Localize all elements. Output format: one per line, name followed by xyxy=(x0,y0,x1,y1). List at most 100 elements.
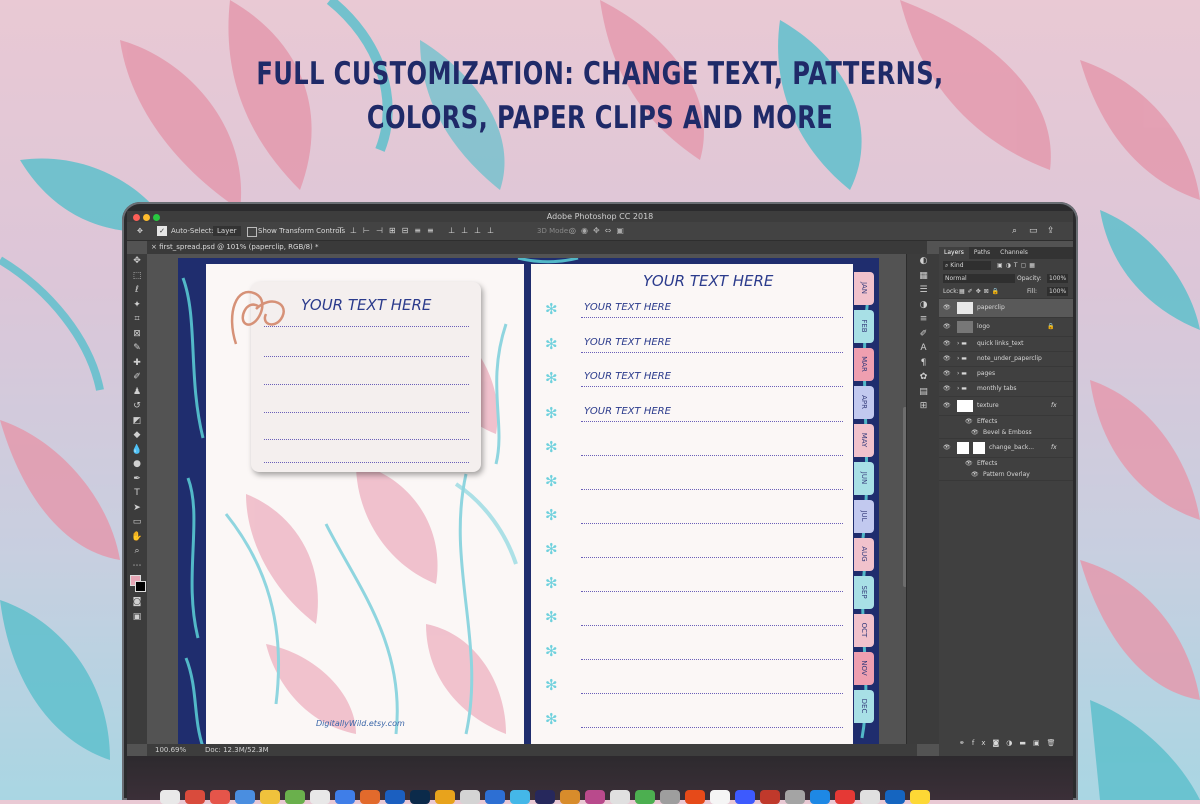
styles-panel-icon[interactable]: ✿ xyxy=(907,370,940,385)
dock-app-icon[interactable] xyxy=(160,790,180,804)
magic-wand-icon[interactable]: ✦ xyxy=(127,298,147,313)
tab-sep[interactable]: SEP xyxy=(854,576,874,609)
auto-select-dropdown[interactable]: Layer xyxy=(213,226,241,236)
paragraph-panel-icon[interactable]: ¶ xyxy=(907,356,940,371)
move-tool-icon[interactable]: ✥ xyxy=(137,222,143,240)
dock-app-icon[interactable] xyxy=(435,790,455,804)
tab-jan[interactable]: JAN xyxy=(854,272,874,305)
dock-app-icon[interactable] xyxy=(410,790,430,804)
maximize-button[interactable] xyxy=(153,214,160,221)
properties-panel-icon[interactable]: ≡ xyxy=(907,312,940,327)
minimize-button[interactable] xyxy=(143,214,150,221)
brush-tool-icon[interactable]: ✐ xyxy=(127,370,147,385)
paint-bucket-icon[interactable]: ◆ xyxy=(127,428,147,443)
dock-app-icon[interactable] xyxy=(310,790,330,804)
document-canvas[interactable]: YOUR TEXT HERE DigitallyWild.etsy.com YO… xyxy=(178,258,879,747)
visibility-eye-icon[interactable]: 👁 xyxy=(943,299,951,317)
tab-mar[interactable]: MAR xyxy=(854,348,874,381)
tab-layers[interactable]: Layers xyxy=(939,247,969,259)
lasso-tool-icon[interactable]: ℓ xyxy=(127,283,147,298)
grid-panel-icon[interactable]: ⊞ xyxy=(907,399,940,414)
document-tab[interactable]: × first_spread.psd @ 101% (paperclip, RG… xyxy=(147,241,927,254)
history-brush-icon[interactable]: ↺ xyxy=(127,399,147,414)
layer-group-row[interactable]: 👁 › ▬ quick links_text xyxy=(939,337,1073,352)
path-select-icon[interactable]: ➤ xyxy=(127,501,147,516)
fx-icon[interactable]: fx xyxy=(1051,439,1057,457)
tab-dec[interactable]: DEC xyxy=(854,690,874,723)
tab-apr[interactable]: APR xyxy=(854,386,874,419)
dock-app-icon[interactable] xyxy=(760,790,780,804)
close-button[interactable] xyxy=(133,214,140,221)
dock-app-icon[interactable] xyxy=(910,790,930,804)
card-title[interactable]: YOUR TEXT HERE xyxy=(301,296,431,314)
layer-group-row[interactable]: 👁 › ▬ note_under_paperclip xyxy=(939,352,1073,367)
dock-app-icon[interactable] xyxy=(485,790,505,804)
background-color[interactable] xyxy=(135,581,146,592)
quick-mask-icon[interactable]: ◙ xyxy=(127,595,147,610)
glyphs-panel-icon[interactable]: ▤ xyxy=(907,385,940,400)
dodge-tool-icon[interactable]: ● xyxy=(127,457,147,472)
share-icon[interactable]: ⇪ xyxy=(1047,222,1055,240)
layer-row[interactable]: 👁 change_back... fx xyxy=(939,439,1073,458)
adjustments-panel-icon[interactable]: ◑ xyxy=(907,298,940,313)
layers-footer-icons[interactable]: ⚭fx◙◑▬▣🗑 xyxy=(959,739,1063,747)
eyedropper-icon[interactable]: ✎ xyxy=(127,341,147,356)
visibility-eye-icon[interactable]: 👁 xyxy=(943,367,951,381)
visibility-eye-icon[interactable]: 👁 xyxy=(965,458,973,469)
dock-app-icon[interactable] xyxy=(785,790,805,804)
dock-app-icon[interactable] xyxy=(835,790,855,804)
dock-app-icon[interactable] xyxy=(185,790,205,804)
clone-stamp-icon[interactable]: ♟ xyxy=(127,385,147,400)
brush-panel-icon[interactable]: ✐ xyxy=(907,327,940,342)
fx-icon[interactable]: fx xyxy=(1051,397,1057,415)
visibility-eye-icon[interactable]: 👁 xyxy=(943,337,951,351)
layer-group-row[interactable]: 👁 › ▬ monthly tabs xyxy=(939,382,1073,397)
dock-app-icon[interactable] xyxy=(260,790,280,804)
filter-icons[interactable]: ▣◑T▢▦ xyxy=(997,259,1038,272)
blur-tool-icon[interactable]: 💧 xyxy=(127,443,147,458)
dock-app-icon[interactable] xyxy=(510,790,530,804)
tab-aug[interactable]: AUG xyxy=(854,538,874,571)
effects-row[interactable]: 👁 Effects xyxy=(939,458,1073,469)
tab-paths[interactable]: Paths xyxy=(969,247,995,259)
dock-app-icon[interactable] xyxy=(285,790,305,804)
screen-mode-icon[interactable]: ▣ xyxy=(127,610,147,625)
tab-may[interactable]: MAY xyxy=(854,424,874,457)
dock-app-icon[interactable] xyxy=(685,790,705,804)
dock-app-icon[interactable] xyxy=(885,790,905,804)
dock-app-icon[interactable] xyxy=(535,790,555,804)
visibility-eye-icon[interactable]: 👁 xyxy=(943,439,951,457)
visibility-eye-icon[interactable]: 👁 xyxy=(943,382,951,396)
healing-brush-icon[interactable]: ✚ xyxy=(127,356,147,371)
align-icons[interactable]: ⊤⊥⊢⊣⊞⊟≡≡ ⊥⊥⊥⊥ xyxy=(337,222,500,240)
visibility-eye-icon[interactable]: 👁 xyxy=(971,469,979,480)
frame-tool-icon[interactable]: ⊠ xyxy=(127,327,147,342)
tab-jul[interactable]: JUL xyxy=(854,500,874,533)
blend-mode-dropdown[interactable]: Normal xyxy=(943,274,1015,283)
dock-app-icon[interactable] xyxy=(710,790,730,804)
entry-text[interactable]: YOUR TEXT HERE xyxy=(584,371,671,382)
pen-tool-icon[interactable]: ✒ xyxy=(127,472,147,487)
dock-app-icon[interactable] xyxy=(335,790,355,804)
type-tool-icon[interactable]: T xyxy=(127,486,147,501)
more-tools-icon[interactable]: ⋯ xyxy=(127,559,147,574)
visibility-eye-icon[interactable]: 👁 xyxy=(943,352,951,366)
marquee-tool-icon[interactable]: ⬚ xyxy=(127,269,147,284)
eraser-icon[interactable]: ◩ xyxy=(127,414,147,429)
dock-app-icon[interactable] xyxy=(585,790,605,804)
tab-feb[interactable]: FEB xyxy=(854,310,874,343)
visibility-eye-icon[interactable]: 👁 xyxy=(971,427,979,438)
visibility-eye-icon[interactable]: 👁 xyxy=(965,416,973,427)
layer-row[interactable]: 👁 paperclip xyxy=(939,299,1073,318)
dock-app-icon[interactable] xyxy=(610,790,630,804)
dock-app-icon[interactable] xyxy=(460,790,480,804)
auto-select-checkbox[interactable]: ✓ xyxy=(157,226,167,236)
shape-tool-icon[interactable]: ▭ xyxy=(127,515,147,530)
color-panel-icon[interactable]: ◐ xyxy=(907,254,940,269)
dock-app-icon[interactable] xyxy=(360,790,380,804)
tab-oct[interactable]: OCT xyxy=(854,614,874,647)
fill-field[interactable]: 100% xyxy=(1047,287,1069,296)
zoom-tool-icon[interactable]: ⌕ xyxy=(127,544,147,559)
layer-row[interactable]: 👁 logo 🔒 xyxy=(939,318,1073,337)
close-tab-icon[interactable]: × xyxy=(151,243,157,251)
